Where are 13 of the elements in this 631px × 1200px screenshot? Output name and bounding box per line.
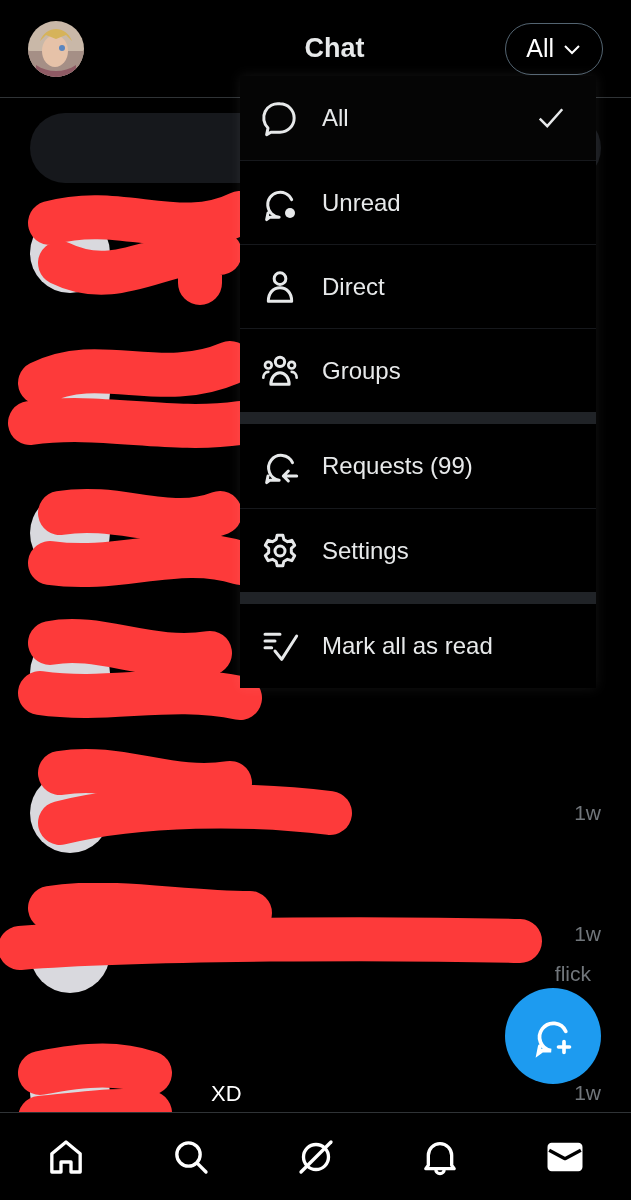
message-preview: flick [554, 961, 591, 984]
menu-item[interactable]: Settings [240, 508, 596, 592]
menu-item[interactable]: Direct [240, 244, 596, 328]
contact-name: XD [211, 1079, 242, 1108]
menu-item[interactable]: Groups [240, 328, 596, 412]
page-title: Chat [304, 32, 365, 66]
timestamp: 1w [574, 1080, 601, 1107]
menu-item[interactable]: Mark all as read [240, 604, 596, 688]
timestamp: 1w [574, 921, 601, 948]
menu-item[interactable]: All [240, 76, 596, 160]
menu-item[interactable]: Requests (99) [240, 424, 596, 508]
timestamp: 1w [574, 800, 601, 827]
menu-item[interactable]: Unread [240, 160, 596, 244]
